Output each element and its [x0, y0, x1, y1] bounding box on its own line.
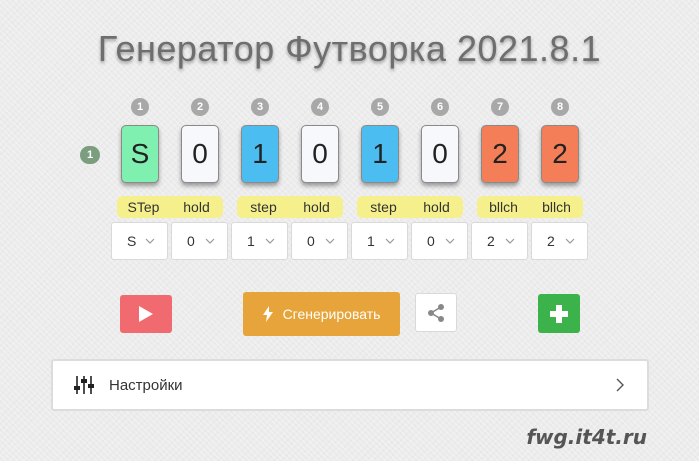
chevron-down-icon [505, 238, 515, 244]
settings-panel-toggle[interactable]: Настройки [51, 359, 649, 411]
settings-label: Настройки [109, 377, 183, 394]
step-tile-7[interactable]: 2 [481, 125, 519, 183]
move-label-group-3: step hold [357, 196, 463, 218]
step-select-5[interactable]: 1 [351, 222, 408, 260]
column-number-7: 7 [491, 98, 509, 116]
chevron-down-icon [385, 238, 395, 244]
step-tile-1[interactable]: S [121, 125, 159, 183]
play-button[interactable] [120, 295, 172, 333]
step-select-7[interactable]: 2 [471, 222, 528, 260]
step-tile-6[interactable]: 0 [421, 125, 459, 183]
select-value: 0 [307, 233, 315, 249]
chevron-down-icon [565, 238, 575, 244]
move-label-group-2: step hold [237, 196, 343, 218]
site-watermark: fwg.it4t.ru [526, 425, 647, 449]
select-value: 2 [547, 233, 555, 249]
move-label: bllch [489, 199, 518, 215]
move-label: step [250, 199, 277, 215]
chevron-down-icon [325, 238, 335, 244]
add-row-button[interactable] [538, 294, 580, 333]
chevron-down-icon [265, 238, 275, 244]
column-number-6: 6 [431, 98, 449, 116]
column-number-5: 5 [371, 98, 389, 116]
move-label-group-1: STep hold [117, 196, 223, 218]
column-number-2: 2 [191, 98, 209, 116]
step-select-8[interactable]: 2 [531, 222, 588, 260]
move-label: hold [423, 199, 450, 215]
select-value: 0 [187, 233, 195, 249]
move-label: step [370, 199, 397, 215]
move-label: hold [183, 199, 210, 215]
column-number-1: 1 [131, 98, 149, 116]
column-number-4: 4 [311, 98, 329, 116]
chevron-down-icon [445, 238, 455, 244]
row-number-badge: 1 [80, 146, 100, 164]
step-tile-5[interactable]: 1 [361, 125, 399, 183]
column-number-8: 8 [551, 98, 569, 116]
move-label: STep [127, 199, 160, 215]
sliders-icon [74, 376, 94, 394]
step-select-1[interactable]: S [111, 222, 168, 260]
share-button[interactable] [415, 293, 457, 332]
step-tile-2[interactable]: 0 [181, 125, 219, 183]
chevron-down-icon [205, 238, 215, 244]
step-tile-3[interactable]: 1 [241, 125, 279, 183]
column-number-3: 3 [251, 98, 269, 116]
play-icon [139, 306, 153, 322]
select-value: 0 [427, 233, 435, 249]
step-select-3[interactable]: 1 [231, 222, 288, 260]
chevron-right-icon [616, 378, 624, 392]
step-select-6[interactable]: 0 [411, 222, 468, 260]
move-label: hold [303, 199, 330, 215]
step-select-4[interactable]: 0 [291, 222, 348, 260]
bolt-icon [262, 306, 273, 322]
plus-icon [550, 304, 568, 323]
generate-button[interactable]: Сгенерировать [243, 292, 400, 336]
page-title: Генератор Футворка 2021.8.1 [97, 28, 602, 69]
move-label: bllch [542, 199, 571, 215]
select-value: 1 [367, 233, 375, 249]
move-label-group-4: bllch bllch [477, 196, 583, 218]
select-value: 1 [247, 233, 255, 249]
chevron-down-icon [145, 238, 155, 244]
step-select-2[interactable]: 0 [171, 222, 228, 260]
generate-label: Сгенерировать [282, 306, 381, 322]
step-tile-8[interactable]: 2 [541, 125, 579, 183]
share-icon [428, 303, 444, 322]
step-tile-4[interactable]: 0 [301, 125, 339, 183]
select-value: S [127, 233, 137, 249]
select-value: 2 [487, 233, 495, 249]
